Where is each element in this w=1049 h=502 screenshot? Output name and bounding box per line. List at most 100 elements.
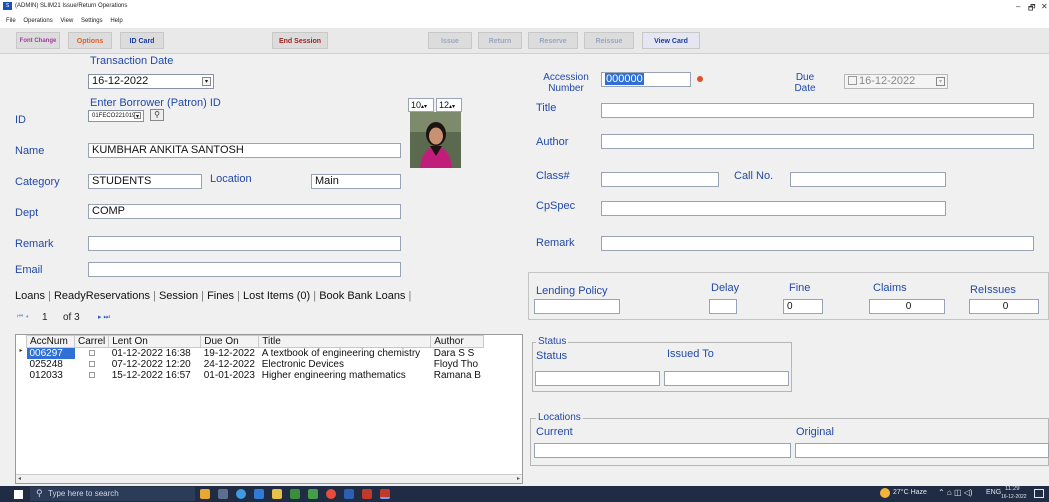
grid-horizontal-scrollbar[interactable]: ◂ ▸ xyxy=(16,474,522,483)
sheets-icon[interactable] xyxy=(290,489,300,499)
reissues-field[interactable]: 0 xyxy=(969,299,1039,314)
edge-icon[interactable] xyxy=(236,489,246,499)
column-header[interactable]: Due On xyxy=(200,335,260,348)
lending-policy-field[interactable] xyxy=(534,299,620,314)
slim-app-icon[interactable] xyxy=(362,489,372,499)
tab-lost-items[interactable]: Lost Items (0) xyxy=(243,290,310,302)
dept-field[interactable]: COMP xyxy=(88,204,401,219)
tab-fines[interactable]: Fines xyxy=(207,290,234,302)
minimize-button[interactable]: – xyxy=(1016,2,1020,11)
id-card-button[interactable]: ID Card xyxy=(120,32,164,49)
reserve-button[interactable]: Reserve xyxy=(528,32,578,49)
spinner-2[interactable]: 12▴▾ xyxy=(436,98,462,112)
next-page-icon[interactable]: ▸ ⏭ xyxy=(98,313,110,322)
language-indicator[interactable]: ENG xyxy=(986,489,1001,496)
column-header[interactable]: Carrel xyxy=(73,335,110,348)
carrel-checkbox[interactable] xyxy=(75,359,109,370)
status-group-label: Status xyxy=(536,336,569,347)
start-icon[interactable] xyxy=(14,490,23,499)
task-view-icon[interactable] xyxy=(218,489,228,499)
font-change-button[interactable]: Font Change xyxy=(16,32,60,49)
taskbar-search-box[interactable]: ⚲ Type here to search xyxy=(30,487,195,501)
patron-photo xyxy=(410,112,461,168)
menu-settings[interactable]: Settings xyxy=(81,14,103,28)
claims-field[interactable]: 0 xyxy=(869,299,945,314)
patron-lookup-icon[interactable]: ⚲ xyxy=(150,109,164,121)
due-date-checkbox[interactable] xyxy=(848,76,857,85)
locations-group xyxy=(530,418,1049,466)
due-date-label: Due Date xyxy=(794,72,816,94)
status-field[interactable] xyxy=(535,371,660,386)
right-remark-field[interactable] xyxy=(601,236,1034,251)
store-icon[interactable] xyxy=(254,489,264,499)
first-page-icon[interactable]: ⏮ ◂ xyxy=(17,313,28,321)
table-cell: 19-12-2022 xyxy=(203,348,255,359)
clock-date[interactable]: 16-12-2022 xyxy=(1001,494,1027,500)
call-number-field[interactable] xyxy=(790,172,946,187)
patron-id-combo[interactable]: 01FECO221019 ▾ xyxy=(88,110,144,122)
current-location-field[interactable] xyxy=(534,443,791,458)
original-location-field[interactable] xyxy=(795,443,1049,458)
return-button[interactable]: Return xyxy=(478,32,522,49)
end-session-button[interactable]: End Session xyxy=(272,32,328,49)
column-header[interactable]: Title xyxy=(258,335,432,348)
column-header[interactable]: AccNum xyxy=(26,335,75,348)
table-row[interactable]: 006297 01-12-2022 16:38 19-12-2022 A textbo… xyxy=(26,347,484,360)
fine-field[interactable]: 0 xyxy=(783,299,823,314)
issue-button[interactable]: Issue xyxy=(428,32,472,49)
clock-time[interactable]: 11:29 xyxy=(1005,486,1020,492)
menu-bar: File Operations View Settings Help xyxy=(0,14,1049,28)
table-row[interactable]: 025248 07-12-2022 12:20 24-12-2022 Electron… xyxy=(27,359,484,370)
menu-file[interactable]: File xyxy=(6,14,16,28)
tab-ready-reservations[interactable]: ReadyReservations xyxy=(54,290,150,302)
carrel-checkbox[interactable] xyxy=(75,370,109,381)
file-explorer-icon[interactable] xyxy=(272,489,282,499)
carrel-checkbox[interactable] xyxy=(75,348,109,360)
menu-operations[interactable]: Operations xyxy=(23,14,52,28)
cpspec-field[interactable] xyxy=(601,201,946,216)
chrome-icon[interactable] xyxy=(326,489,336,499)
slim-app-active-icon[interactable] xyxy=(380,489,390,499)
loans-tabbar: Loans | ReadyReservations | Session | Fi… xyxy=(15,290,412,302)
author-field[interactable] xyxy=(601,134,1034,149)
tab-session[interactable]: Session xyxy=(159,290,198,302)
scroll-right-icon[interactable]: ▸ xyxy=(517,475,520,482)
checkbox-icon xyxy=(88,361,95,367)
category-field[interactable]: STUDENTS xyxy=(88,174,202,189)
tab-loans[interactable]: Loans xyxy=(15,290,45,302)
transaction-date-picker[interactable]: 16-12-2022 ▾ xyxy=(88,74,214,89)
pager-current[interactable]: 1 xyxy=(42,312,48,323)
location-field[interactable]: Main xyxy=(311,174,401,189)
column-header[interactable]: Author xyxy=(430,335,485,348)
tray-icons[interactable]: ⌃ ⌂ ◫ ◁) xyxy=(938,488,973,497)
excel-icon[interactable] xyxy=(308,489,318,499)
loans-grid[interactable]: ▸ AccNum Carrel Lent On Due On Title Author 0… xyxy=(15,334,523,484)
issued-to-field[interactable] xyxy=(664,371,789,386)
name-field[interactable]: KUMBHAR ANKITA SANTOSH xyxy=(88,143,401,158)
notification-icon[interactable] xyxy=(1034,489,1044,498)
accession-number-field[interactable]: 000000 xyxy=(601,72,691,87)
due-date-picker[interactable]: 16-12-2022 ▾ xyxy=(844,74,948,89)
close-button[interactable]: ✕ xyxy=(1041,2,1048,11)
table-cell: 01-12-2022 16:38 xyxy=(111,348,191,359)
widget-icon[interactable] xyxy=(200,489,210,499)
word-icon[interactable] xyxy=(344,489,354,499)
remark-field[interactable] xyxy=(88,236,401,251)
scroll-left-icon[interactable]: ◂ xyxy=(18,475,21,482)
tab-book-bank-loans[interactable]: Book Bank Loans xyxy=(319,290,405,302)
class-field[interactable] xyxy=(601,172,719,187)
title-field[interactable] xyxy=(601,103,1034,118)
menu-help[interactable]: Help xyxy=(110,14,122,28)
remark-label: Remark xyxy=(15,238,54,250)
column-header[interactable]: Lent On xyxy=(108,335,202,348)
reissue-button[interactable]: Reissue xyxy=(584,32,634,49)
table-row[interactable]: 012033 15-12-2022 16:57 01-01-2023 Higher e… xyxy=(27,370,484,381)
spinner-1[interactable]: 10▴▾ xyxy=(408,98,434,112)
delay-field[interactable] xyxy=(709,299,737,314)
table-cell: 07-12-2022 12:20 xyxy=(111,359,191,370)
weather-text[interactable]: 27°C Haze xyxy=(893,489,927,496)
options-button[interactable]: Options xyxy=(68,32,112,49)
view-card-button[interactable]: View Card xyxy=(642,32,700,49)
email-field[interactable] xyxy=(88,262,401,277)
menu-view[interactable]: View xyxy=(60,14,73,28)
